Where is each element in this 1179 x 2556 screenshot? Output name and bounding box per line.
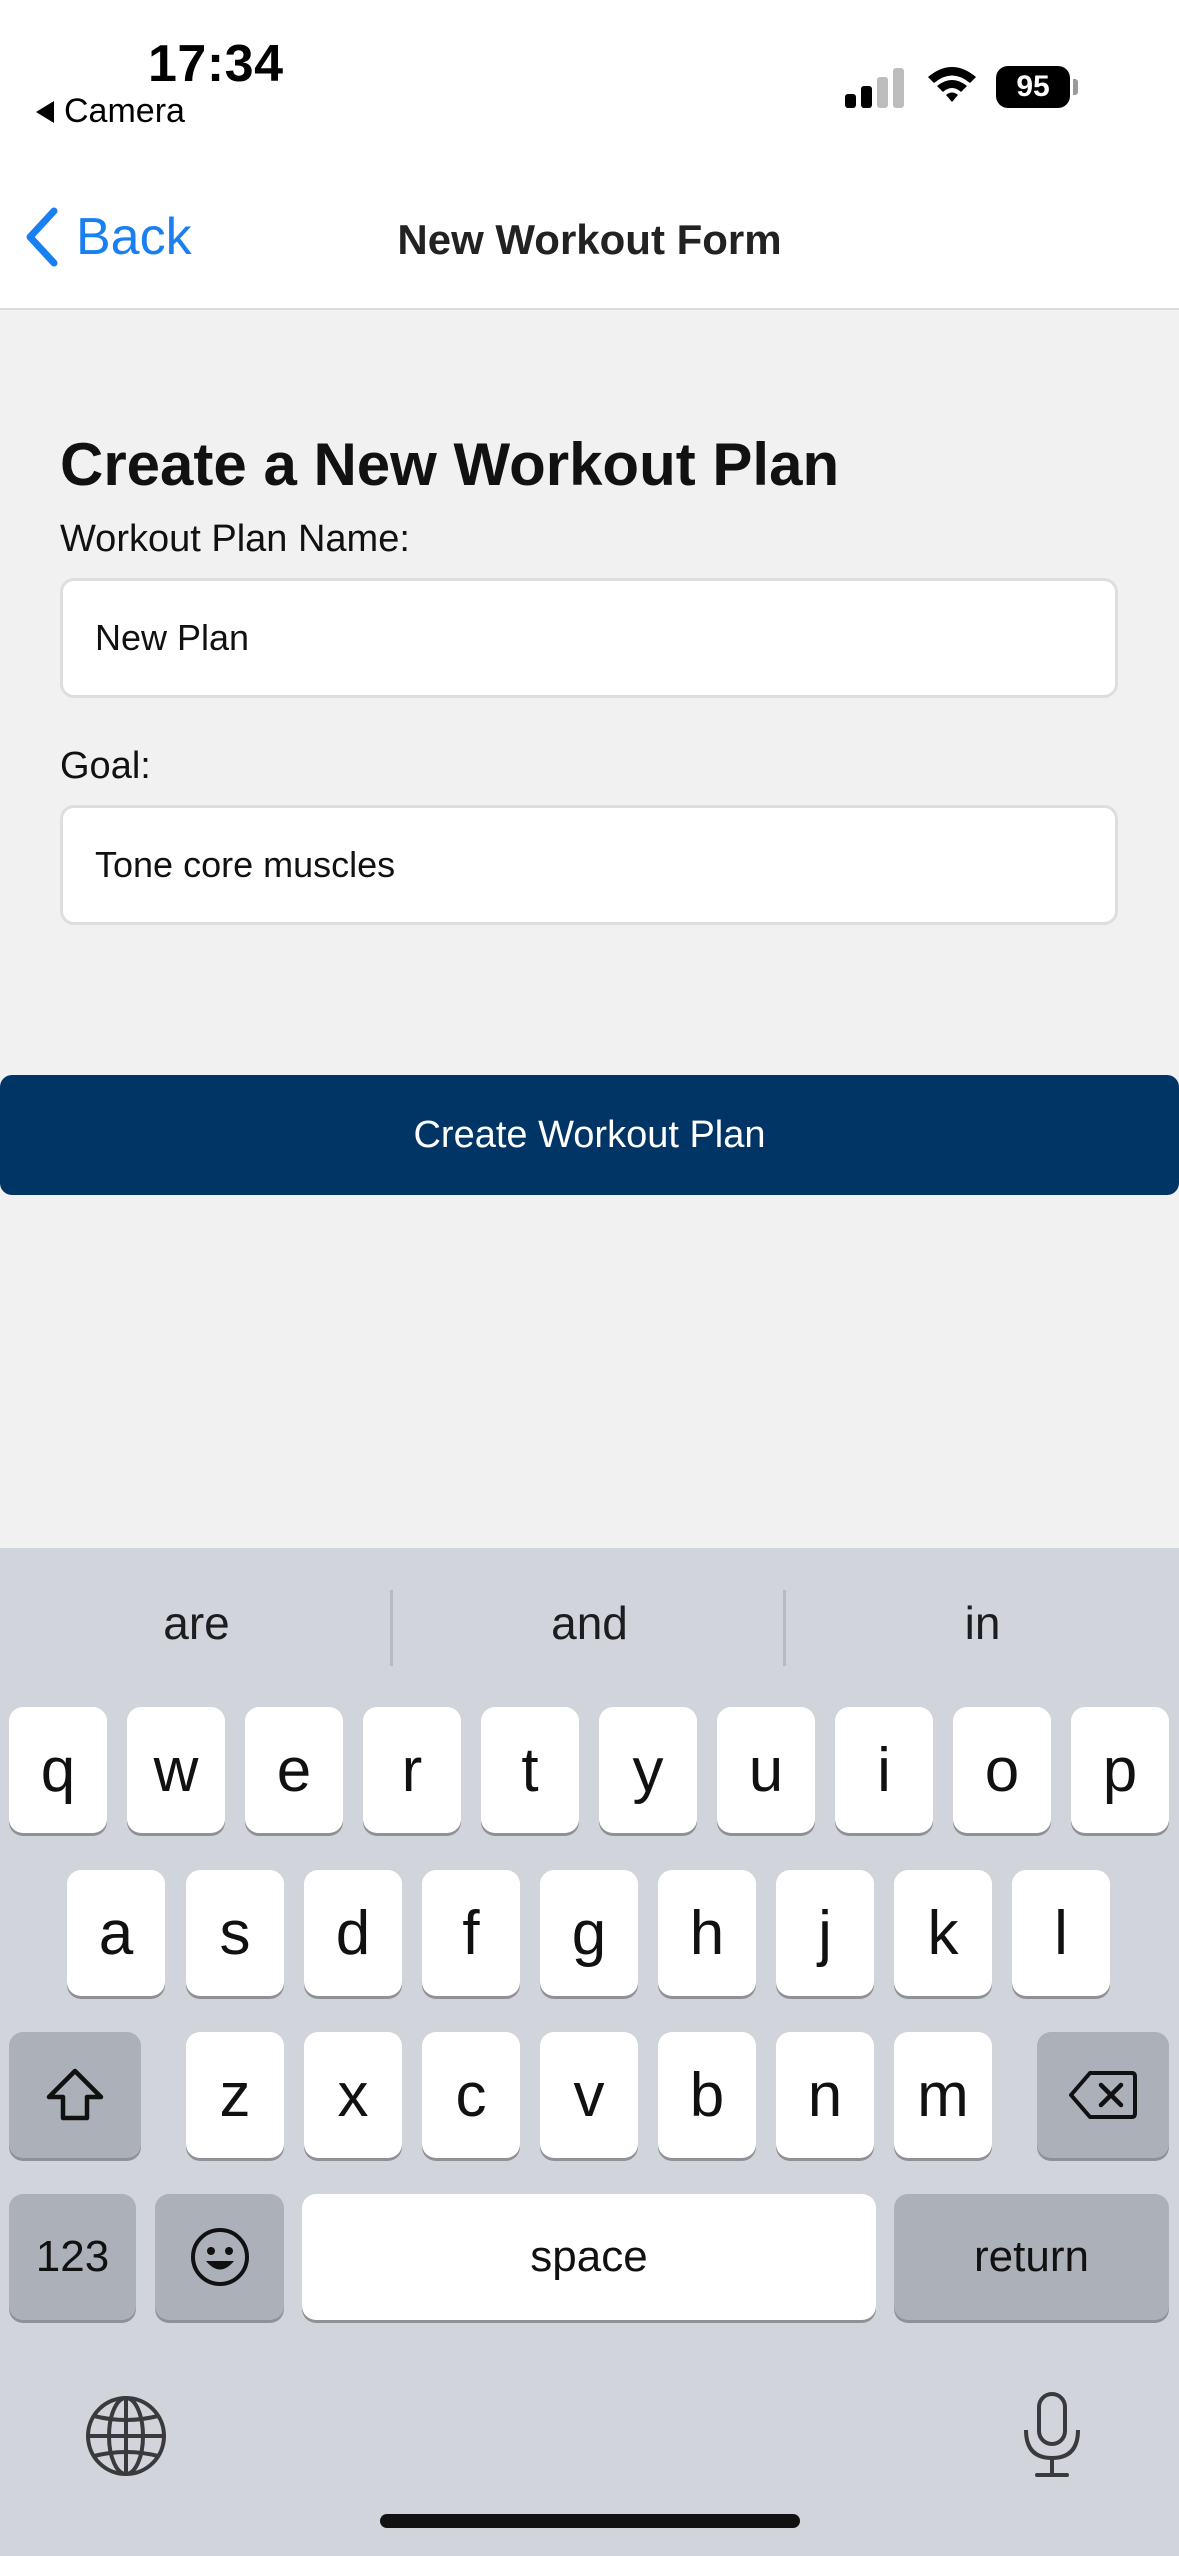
key-d[interactable]: d <box>304 1870 402 1996</box>
key-n[interactable]: n <box>776 2032 874 2158</box>
key-m[interactable]: m <box>894 2032 992 2158</box>
key-s[interactable]: s <box>186 1870 284 1996</box>
emoji-icon <box>190 2228 249 2286</box>
key-p[interactable]: p <box>1071 1707 1169 1833</box>
key-k[interactable]: k <box>894 1870 992 1996</box>
suggestion-2[interactable]: and <box>393 1548 786 1698</box>
key-l[interactable]: l <box>1012 1870 1110 1996</box>
key-j[interactable]: j <box>776 1870 874 1996</box>
plan-name-input[interactable]: New Plan <box>60 578 1118 698</box>
key-x[interactable]: x <box>304 2032 402 2158</box>
key-u[interactable]: u <box>717 1707 815 1833</box>
globe-icon[interactable] <box>84 2394 168 2478</box>
key-v[interactable]: v <box>540 2032 638 2158</box>
plan-name-label: Workout Plan Name: <box>60 518 410 560</box>
form-heading: Create a New Workout Plan <box>60 431 840 498</box>
status-bar: 17:34 Camera 95 <box>0 0 1179 150</box>
create-workout-plan-button[interactable]: Create Workout Plan <box>0 1075 1179 1195</box>
key-e[interactable]: e <box>245 1707 343 1833</box>
goal-label: Goal: <box>60 745 151 787</box>
back-app-label: Camera <box>64 92 185 130</box>
key-q[interactable]: q <box>9 1707 107 1833</box>
back-triangle-icon <box>36 100 54 123</box>
delete-icon <box>1069 2071 1137 2119</box>
key-z[interactable]: z <box>186 2032 284 2158</box>
navigation-bar: Back New Workout Form <box>0 150 1179 310</box>
key-f[interactable]: f <box>422 1870 520 1996</box>
space-key[interactable]: space <box>302 2194 876 2320</box>
key-r[interactable]: r <box>363 1707 461 1833</box>
numbers-key[interactable]: 123 <box>9 2194 136 2320</box>
shift-key[interactable] <box>9 2032 141 2158</box>
suggestion-1[interactable]: are <box>0 1548 393 1698</box>
key-i[interactable]: i <box>835 1707 933 1833</box>
goal-input[interactable]: Tone core muscles <box>60 805 1118 925</box>
key-y[interactable]: y <box>599 1707 697 1833</box>
key-o[interactable]: o <box>953 1707 1051 1833</box>
home-indicator <box>380 2514 800 2528</box>
wifi-icon <box>928 67 976 102</box>
suggestion-3[interactable]: in <box>786 1548 1179 1698</box>
shift-icon <box>46 2068 104 2121</box>
key-a[interactable]: a <box>67 1870 165 1996</box>
screen: 17:34 Camera 95 Back New Workout Form Cr… <box>0 0 1179 2556</box>
key-g[interactable]: g <box>540 1870 638 1996</box>
page-title: New Workout Form <box>397 216 782 263</box>
key-h[interactable]: h <box>658 1870 756 1996</box>
back-to-camera[interactable]: Camera <box>36 92 185 131</box>
battery-level: 95 <box>996 66 1070 108</box>
key-b[interactable]: b <box>658 2032 756 2158</box>
key-w[interactable]: w <box>127 1707 225 1833</box>
cellular-signal-icon <box>845 64 907 108</box>
key-t[interactable]: t <box>481 1707 579 1833</box>
key-c[interactable]: c <box>422 2032 520 2158</box>
delete-key[interactable] <box>1037 2032 1169 2158</box>
return-key[interactable]: return <box>894 2194 1169 2320</box>
microphone-icon[interactable] <box>1017 2390 1087 2480</box>
emoji-key[interactable] <box>155 2194 284 2320</box>
status-time: 17:34 <box>148 35 284 93</box>
battery-icon: 95 <box>996 66 1078 108</box>
